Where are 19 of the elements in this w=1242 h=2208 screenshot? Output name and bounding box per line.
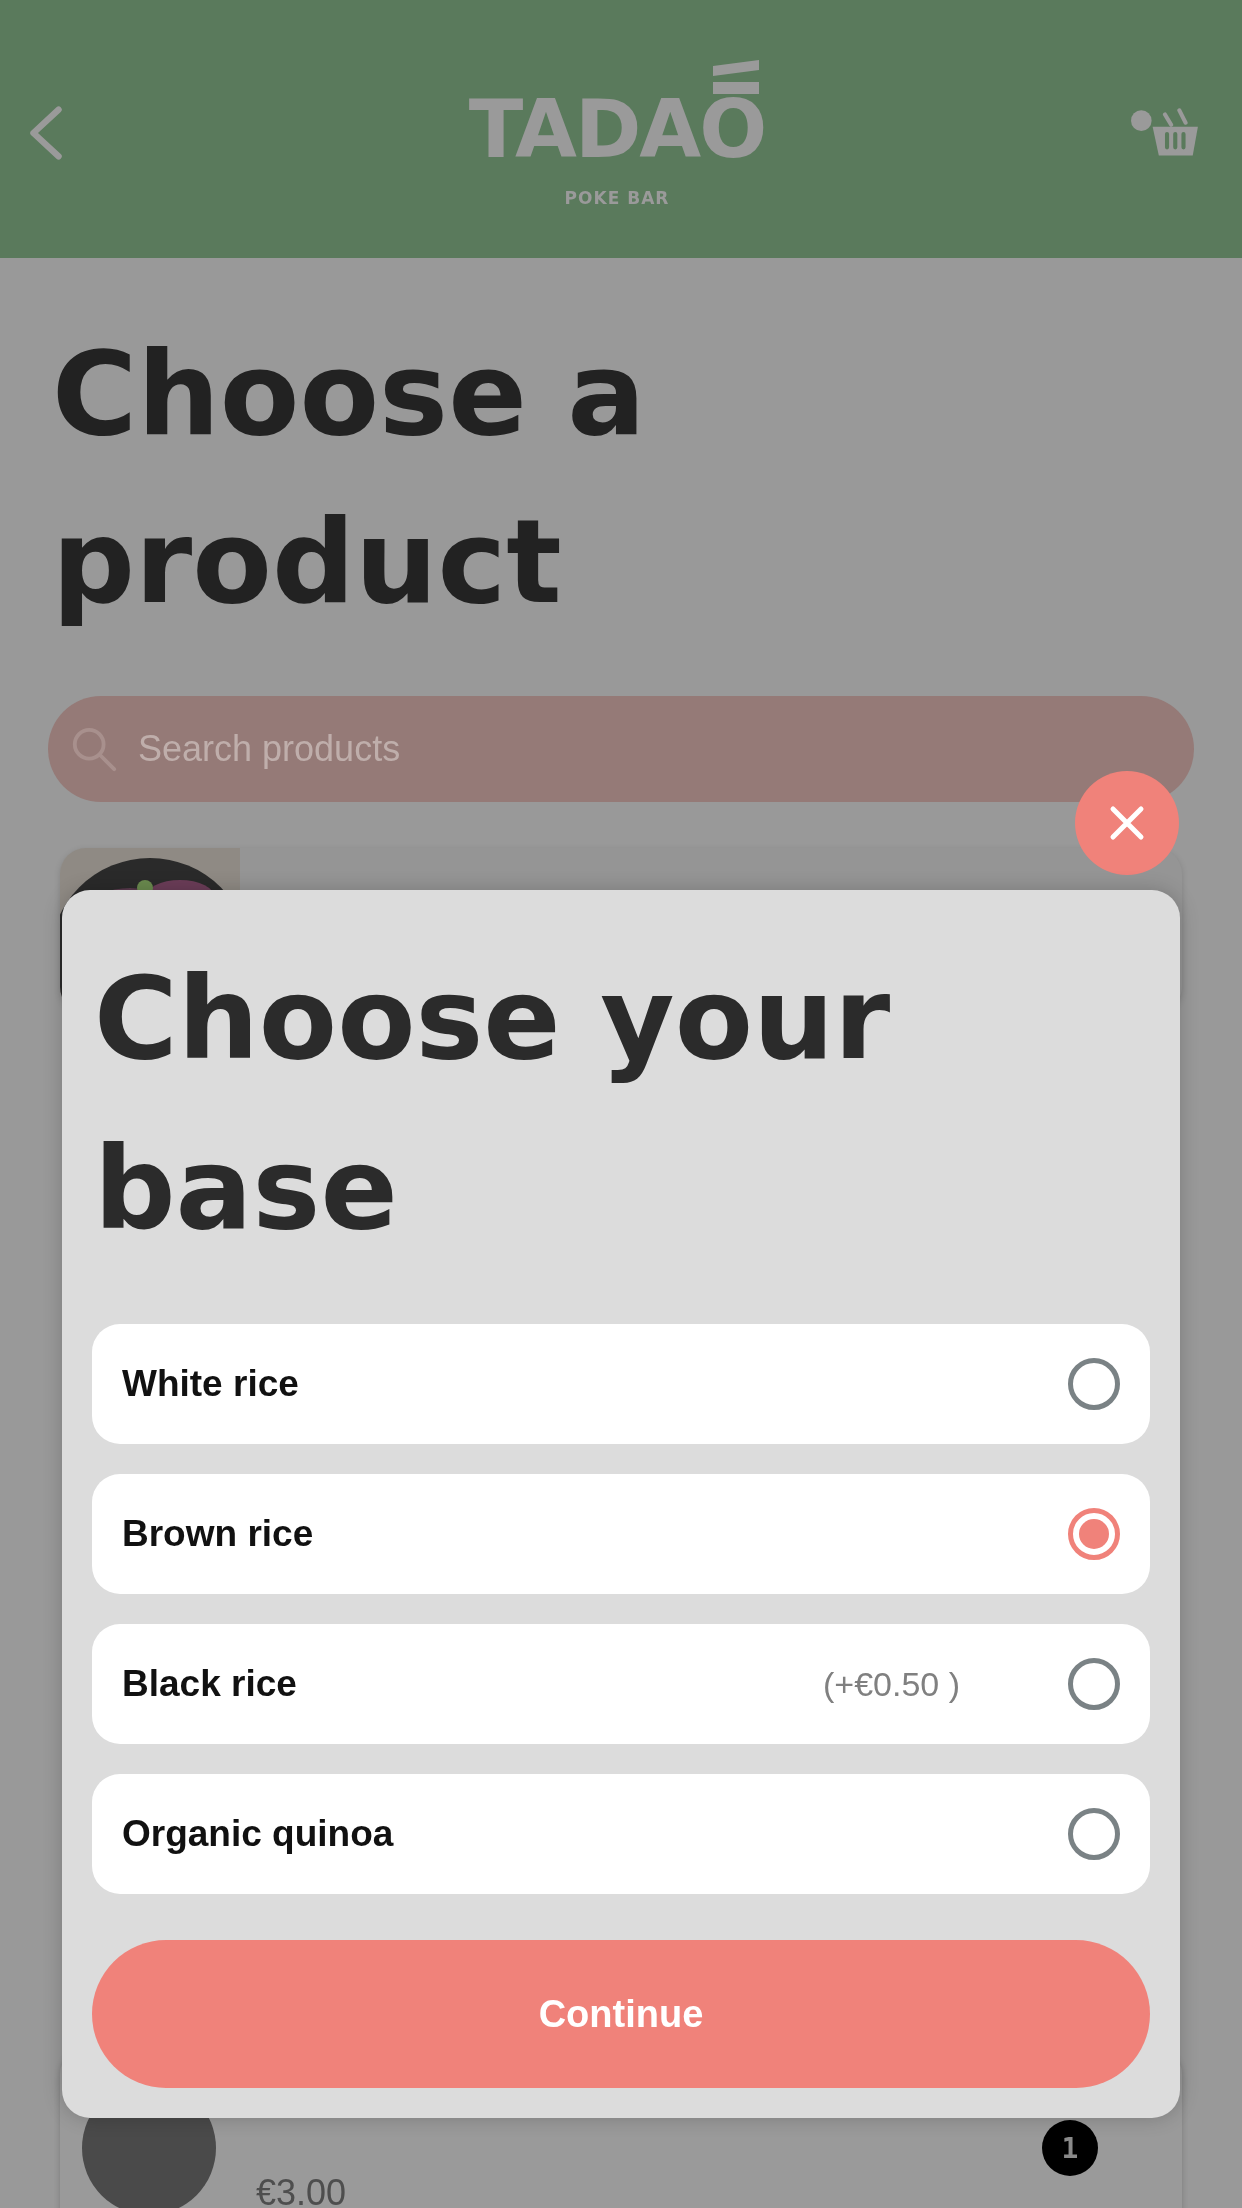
radio-button[interactable] [1068,1658,1120,1710]
option-row[interactable]: Brown rice [92,1474,1150,1594]
option-label: Black rice [122,1663,298,1705]
option-label: Brown rice [122,1513,315,1555]
page-title: Choose a product [51,325,647,631]
option-label: Organic quinoa [122,1813,395,1855]
info-badge[interactable]: 1 [1042,2120,1098,2176]
option-row[interactable]: Black rice (+€0.50 ) [92,1624,1150,1744]
logo-text: TADAO [468,83,766,176]
product-price: €3.00 [256,2172,348,2208]
option-label: White rice [122,1363,300,1405]
option-price: (+€0.50 ) [822,1664,960,1704]
option-row[interactable]: Organic quinoa [92,1774,1150,1894]
radio-button[interactable] [1068,1808,1120,1860]
option-row[interactable]: White rice [92,1324,1150,1444]
radio-button[interactable] [1068,1508,1120,1560]
logo-subtitle: POKE BAR [564,188,670,208]
modal-title: Choose your base [93,951,892,1257]
radio-button[interactable] [1068,1358,1120,1410]
